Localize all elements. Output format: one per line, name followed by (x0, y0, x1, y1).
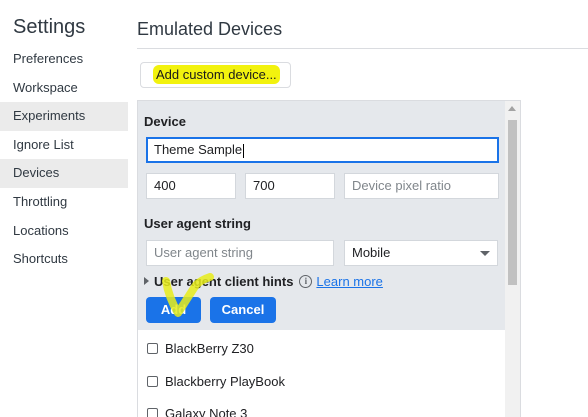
info-icon: i (299, 274, 313, 288)
sidebar-item-locations[interactable]: Locations (0, 217, 128, 246)
text-caret (243, 143, 245, 158)
devices-panel: Device Theme Sample 400 700 Device pixel… (137, 100, 521, 417)
add-button[interactable]: Add (146, 297, 201, 323)
scroll-up-arrow-icon[interactable] (508, 106, 516, 111)
add-custom-device-button[interactable]: Add custom device... (140, 62, 291, 88)
add-custom-device-label: Add custom device... (153, 65, 280, 84)
client-hints-label[interactable]: User agent client hints (154, 274, 293, 289)
sidebar-item-shortcuts[interactable]: Shortcuts (0, 245, 128, 274)
client-hints-row: User agent client hints i Learn more (144, 273, 383, 289)
device-item[interactable]: BlackBerry Z30 (147, 338, 254, 358)
device-label: Blackberry PlayBook (165, 373, 285, 389)
page-title: Emulated Devices (137, 19, 283, 39)
sidebar-item-throttling[interactable]: Throttling (0, 188, 128, 217)
expand-triangle-icon[interactable] (144, 277, 149, 285)
scrollbar-thumb[interactable] (508, 120, 517, 285)
device-editor: Device Theme Sample 400 700 Device pixel… (138, 101, 505, 330)
width-input[interactable]: 400 (146, 173, 236, 199)
device-label: BlackBerry Z30 (165, 340, 254, 356)
user-agent-input[interactable]: User agent string (146, 240, 334, 266)
chevron-down-icon (480, 251, 490, 256)
device-checkbox[interactable] (147, 375, 158, 387)
device-heading: Device (144, 114, 186, 129)
settings-title: Settings (13, 16, 86, 38)
title-divider (137, 48, 588, 49)
device-checkbox[interactable] (147, 342, 158, 354)
sidebar-item-preferences[interactable]: Preferences (0, 45, 128, 74)
device-name-value: Theme Sample (154, 142, 243, 157)
user-agent-heading: User agent string (144, 216, 251, 231)
user-agent-type-select[interactable]: Mobile (344, 240, 498, 266)
device-checkbox[interactable] (147, 407, 158, 417)
settings-sidebar: Preferences Workspace Experiments Ignore… (0, 45, 128, 274)
device-item[interactable]: Galaxy Note 3 (147, 403, 247, 417)
sidebar-item-ignore-list[interactable]: Ignore List (0, 131, 128, 160)
height-input[interactable]: 700 (245, 173, 335, 199)
device-pixel-ratio-input[interactable]: Device pixel ratio (344, 173, 499, 199)
user-agent-type-value: Mobile (352, 245, 391, 260)
sidebar-item-workspace[interactable]: Workspace (0, 74, 128, 103)
device-label: Galaxy Note 3 (165, 405, 248, 417)
device-name-input[interactable]: Theme Sample (146, 137, 499, 163)
learn-more-link[interactable]: Learn more (316, 274, 382, 289)
device-item[interactable]: Blackberry PlayBook (147, 371, 285, 391)
cancel-button[interactable]: Cancel (210, 297, 276, 323)
vertical-scrollbar[interactable] (505, 101, 520, 417)
sidebar-item-experiments[interactable]: Experiments (0, 102, 128, 131)
sidebar-item-devices[interactable]: Devices (0, 159, 128, 188)
